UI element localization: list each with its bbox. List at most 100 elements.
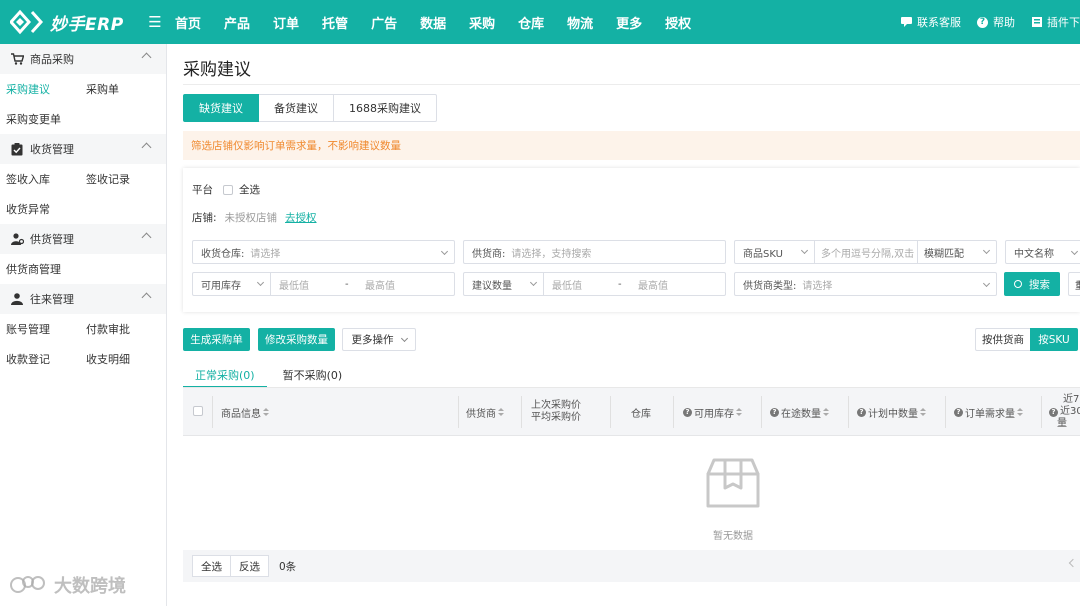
column-last-price[interactable]: 上次采购价 平均采购价 bbox=[531, 388, 581, 436]
column-planned[interactable]: ? 计划中数量 bbox=[857, 388, 926, 436]
sku-type-label: 商品SKU bbox=[743, 248, 783, 260]
column-last-price-label: 上次采购价 bbox=[531, 400, 581, 411]
stock-type-select[interactable]: 可用库存 bbox=[193, 273, 271, 295]
suggest-type-label: 建议数量 bbox=[472, 280, 512, 292]
column-divider bbox=[521, 396, 522, 428]
supplier-select[interactable]: 供货商: 请选择，支持搜索 bbox=[463, 240, 726, 264]
column-recent-sales[interactable]: 近7 ? 近30 量 bbox=[1049, 388, 1080, 436]
tab-1688-suggestion[interactable]: 1688采购建议 bbox=[334, 94, 437, 122]
menu-toggle-icon[interactable]: ☰ bbox=[135, 13, 175, 31]
stock-max-input[interactable]: 最高值 bbox=[365, 277, 395, 292]
column-supplier[interactable]: 供货商 bbox=[466, 388, 504, 436]
help-icon[interactable]: ? bbox=[1049, 407, 1058, 417]
nav-item-purchase[interactable]: 采购 bbox=[469, 13, 495, 32]
sku-type-select[interactable]: 商品SKU bbox=[735, 241, 815, 263]
tab-stock-suggestion[interactable]: 备货建议 bbox=[259, 94, 334, 122]
column-product-info[interactable]: 商品信息 bbox=[221, 388, 269, 436]
more-actions-dropdown[interactable]: 更多操作 bbox=[342, 328, 416, 351]
help-icon[interactable]: ? bbox=[770, 407, 779, 417]
select-all-platform-checkbox[interactable] bbox=[223, 184, 233, 195]
group-by-sku-button[interactable]: 按SKU bbox=[1030, 328, 1078, 351]
generate-purchase-order-button[interactable]: 生成采购单 bbox=[183, 328, 250, 351]
app-logo[interactable]: 妙手ERP bbox=[0, 9, 135, 35]
help-link[interactable]: ? 帮助 bbox=[977, 14, 1015, 30]
sidebar-item-receiving-exception[interactable]: 收货异常 bbox=[6, 201, 86, 217]
sort-icon[interactable] bbox=[498, 407, 504, 417]
column-available-stock[interactable]: ? 可用库存 bbox=[683, 388, 742, 436]
sort-icon[interactable] bbox=[920, 407, 926, 417]
tab-paused-purchase[interactable]: 暂不采购(0) bbox=[271, 364, 355, 386]
nav-item-home[interactable]: 首页 bbox=[175, 13, 201, 32]
sidebar-item-account-management[interactable]: 账号管理 bbox=[6, 321, 86, 337]
suggest-max-input[interactable]: 最高值 bbox=[638, 277, 668, 292]
suggest-min-input[interactable]: 最低值 bbox=[544, 277, 618, 292]
sidebar-group-transactions[interactable]: 往来管理 bbox=[0, 284, 166, 314]
match-mode-select[interactable]: 模糊匹配 bbox=[918, 241, 996, 263]
plugin-link[interactable]: 插件下 bbox=[1031, 14, 1080, 30]
group-by-supplier-button[interactable]: 按供货商 bbox=[975, 328, 1031, 351]
warehouse-select[interactable]: 收货仓库: 请选择 bbox=[192, 240, 455, 264]
nav-item-products[interactable]: 产品 bbox=[224, 13, 250, 32]
nav-item-data[interactable]: 数据 bbox=[420, 13, 446, 32]
empty-state-text: 暂无数据 bbox=[713, 531, 753, 542]
sidebar-group-supply[interactable]: 供货管理 bbox=[0, 224, 166, 254]
select-all-platform-label[interactable]: 全选 bbox=[239, 182, 260, 197]
sidebar-item-supplier-management[interactable]: 供货商管理 bbox=[6, 261, 86, 277]
nav-item-ads[interactable]: 广告 bbox=[371, 13, 397, 32]
sidebar-item-sign-records[interactable]: 签收记录 bbox=[86, 171, 166, 187]
contact-support-label: 联系客服 bbox=[917, 16, 961, 29]
sidebar-item-purchase-change[interactable]: 采购变更单 bbox=[6, 111, 86, 127]
stock-min-input[interactable]: 最低值 bbox=[271, 277, 345, 292]
chevron-left-icon[interactable] bbox=[1068, 558, 1078, 568]
column-order-demand[interactable]: ? 订单需求量 bbox=[954, 388, 1023, 436]
help-icon[interactable]: ? bbox=[954, 407, 963, 417]
supplier-type-select[interactable]: 供货商类型: 请选择 bbox=[734, 272, 997, 296]
sidebar-item-payment-approval[interactable]: 付款审批 bbox=[86, 321, 166, 337]
select-all-rows-checkbox[interactable] bbox=[193, 406, 203, 416]
authorize-store-link[interactable]: 去授权 bbox=[285, 210, 317, 225]
reset-button[interactable]: 重 bbox=[1068, 272, 1080, 296]
sidebar-item-receipt-registration[interactable]: 收款登记 bbox=[6, 351, 86, 367]
sidebar-item-sign-in-stock[interactable]: 签收入库 bbox=[6, 171, 86, 187]
nav-item-authorize[interactable]: 授权 bbox=[665, 13, 691, 32]
search-button[interactable]: 搜索 bbox=[1004, 272, 1060, 296]
column-in-transit[interactable]: ? 在途数量 bbox=[770, 388, 829, 436]
sort-icon[interactable] bbox=[263, 407, 269, 417]
sidebar-item-purchase-order[interactable]: 采购单 bbox=[86, 81, 166, 97]
sidebar-item-income-expense-details[interactable]: 收支明细 bbox=[86, 351, 166, 367]
tab-shortage-suggestion[interactable]: 缺货建议 bbox=[183, 94, 259, 122]
contact-support-link[interactable]: 联系客服 bbox=[901, 14, 961, 30]
column-divider bbox=[458, 396, 459, 428]
supplier-icon bbox=[10, 232, 24, 246]
record-count: 0条 bbox=[279, 560, 297, 573]
sidebar-item-purchase-suggestion[interactable]: 采购建议 bbox=[6, 81, 86, 97]
clipboard-check-icon bbox=[10, 142, 24, 156]
nav-item-logistics[interactable]: 物流 bbox=[567, 13, 593, 32]
top-navbar: 妙手ERP ☰ 首页 产品 订单 托管 广告 数据 采购 仓库 物流 更多 授权… bbox=[0, 0, 1080, 44]
name-language-select[interactable]: 中文名称 bbox=[1005, 240, 1080, 264]
suggest-type-select[interactable]: 建议数量 bbox=[464, 273, 544, 295]
sort-icon[interactable] bbox=[1017, 407, 1023, 417]
sort-icon[interactable] bbox=[823, 407, 829, 417]
invert-selection-button[interactable]: 反选 bbox=[231, 555, 269, 577]
divider bbox=[183, 84, 1080, 85]
modify-purchase-quantity-button[interactable]: 修改采购数量 bbox=[258, 328, 335, 351]
help-icon[interactable]: ? bbox=[683, 407, 692, 417]
help-icon[interactable]: ? bbox=[857, 407, 866, 417]
sort-icon[interactable] bbox=[736, 407, 742, 417]
watermark-text: 大数跨境 bbox=[54, 576, 126, 597]
column-recent-sales-line-2: ? 近30 bbox=[1049, 406, 1080, 418]
tab-normal-purchase[interactable]: 正常采购(0) bbox=[183, 364, 267, 388]
sidebar-group-receiving[interactable]: 收货管理 bbox=[0, 134, 166, 164]
column-warehouse-label: 仓库 bbox=[631, 408, 651, 420]
suggestion-tabs: 缺货建议 备货建议 1688采购建议 bbox=[183, 94, 437, 122]
nav-item-warehouse[interactable]: 仓库 bbox=[518, 13, 544, 32]
supplier-type-label: 供货商类型: bbox=[743, 280, 797, 292]
nav-item-orders[interactable]: 订单 bbox=[273, 13, 299, 32]
nav-item-hosting[interactable]: 托管 bbox=[322, 13, 348, 32]
sku-input[interactable]: 多个用逗号分隔,双击 bbox=[815, 241, 918, 263]
select-all-button[interactable]: 全选 bbox=[192, 555, 231, 577]
sidebar-group-label: 商品采购 bbox=[30, 53, 74, 66]
sidebar-group-purchase[interactable]: 商品采购 bbox=[0, 44, 166, 74]
nav-item-more[interactable]: 更多 bbox=[616, 13, 642, 32]
